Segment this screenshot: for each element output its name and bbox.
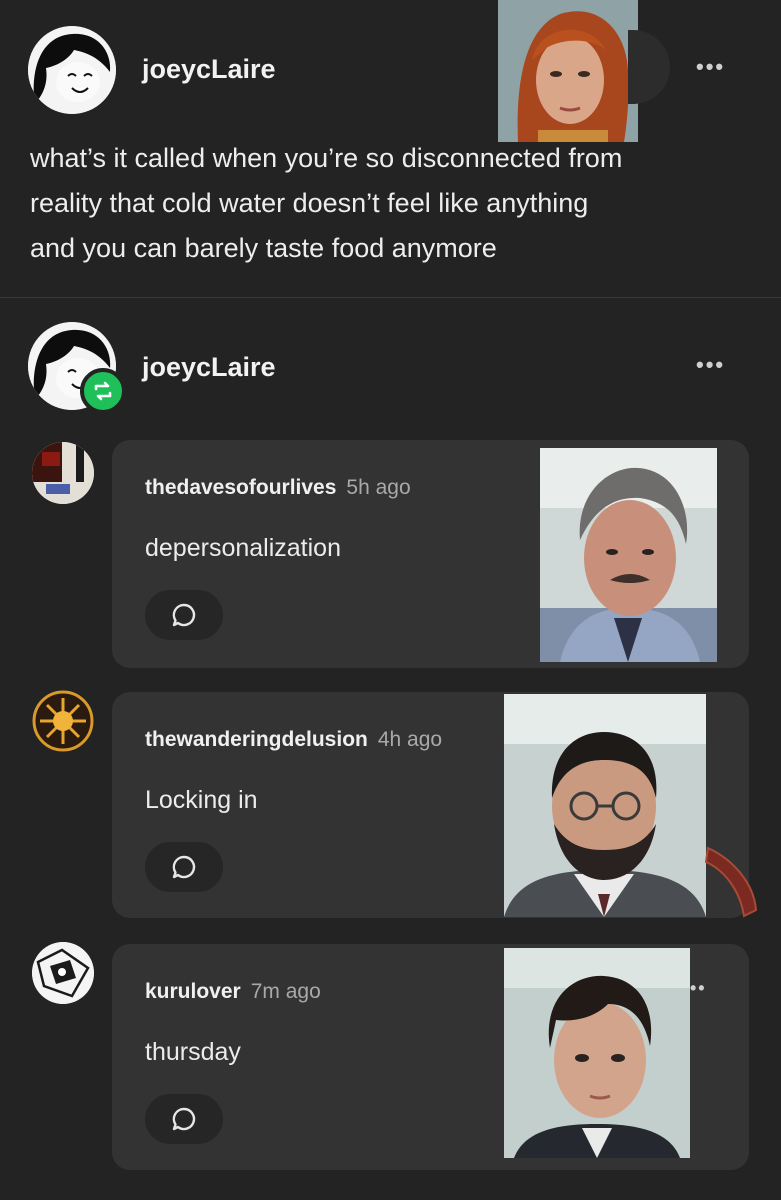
post-username[interactable]: joeycLaire [142,54,276,85]
reply-avatar[interactable] [32,442,94,504]
speech-bubble-icon [172,855,196,879]
reply-text: depersonalization [145,534,341,562]
speech-bubble-icon [172,1107,196,1131]
red-shape-decoration [704,840,760,920]
partial-dots: •• [690,978,707,998]
sun-emblem-icon [32,690,94,752]
reply-text: Locking in [145,786,258,814]
reblog-more-options-button[interactable]: ••• [696,352,725,378]
man-glasses-photo [504,694,706,917]
avatar-drawing-icon [32,942,94,1004]
reply-button[interactable] [145,590,223,640]
post-text-line: and you can barely taste food anymore [30,233,497,263]
man-gray-hair-photo [540,448,717,662]
reblog-username[interactable]: joeycLaire [142,352,276,383]
post-text-line: reality that cold water doesn’t feel lik… [30,188,589,218]
reply-button[interactable] [145,842,223,892]
reply-timestamp: 5h ago [346,476,411,499]
reblog-badge-icon [80,368,126,414]
reply-button[interactable] [145,1094,223,1144]
reply-username[interactable]: thedavesofourlives [145,476,336,499]
reply-avatar[interactable] [32,942,94,1004]
reply-username[interactable]: kurulover [145,980,241,1003]
reply-avatar[interactable] [32,690,94,752]
reply-timestamp: 7m ago [250,980,321,1003]
post-body: what’s it called when you’re so disconne… [30,136,770,271]
reply-header: thewanderingdelusion 4h ago [145,728,442,752]
man-dark-hair-photo [504,948,690,1158]
partial-circle [628,30,670,104]
avatar[interactable] [28,26,116,114]
reply-header: thedavesofourlives 5h ago [145,476,411,500]
reply-text: thursday [145,1038,241,1066]
post-text-line: what’s it called when you’re so disconne… [30,143,623,173]
woman-photo [498,0,638,142]
avatar-drawing-icon [28,26,116,114]
reply-header: kurulover 7m ago [145,980,321,1004]
more-options-button[interactable]: ••• [696,54,725,80]
divider [0,297,781,298]
speech-bubble-icon [172,603,196,627]
reply-username[interactable]: thewanderingdelusion [145,728,368,751]
avatar-image-icon [32,442,94,504]
reply-timestamp: 4h ago [377,728,443,751]
